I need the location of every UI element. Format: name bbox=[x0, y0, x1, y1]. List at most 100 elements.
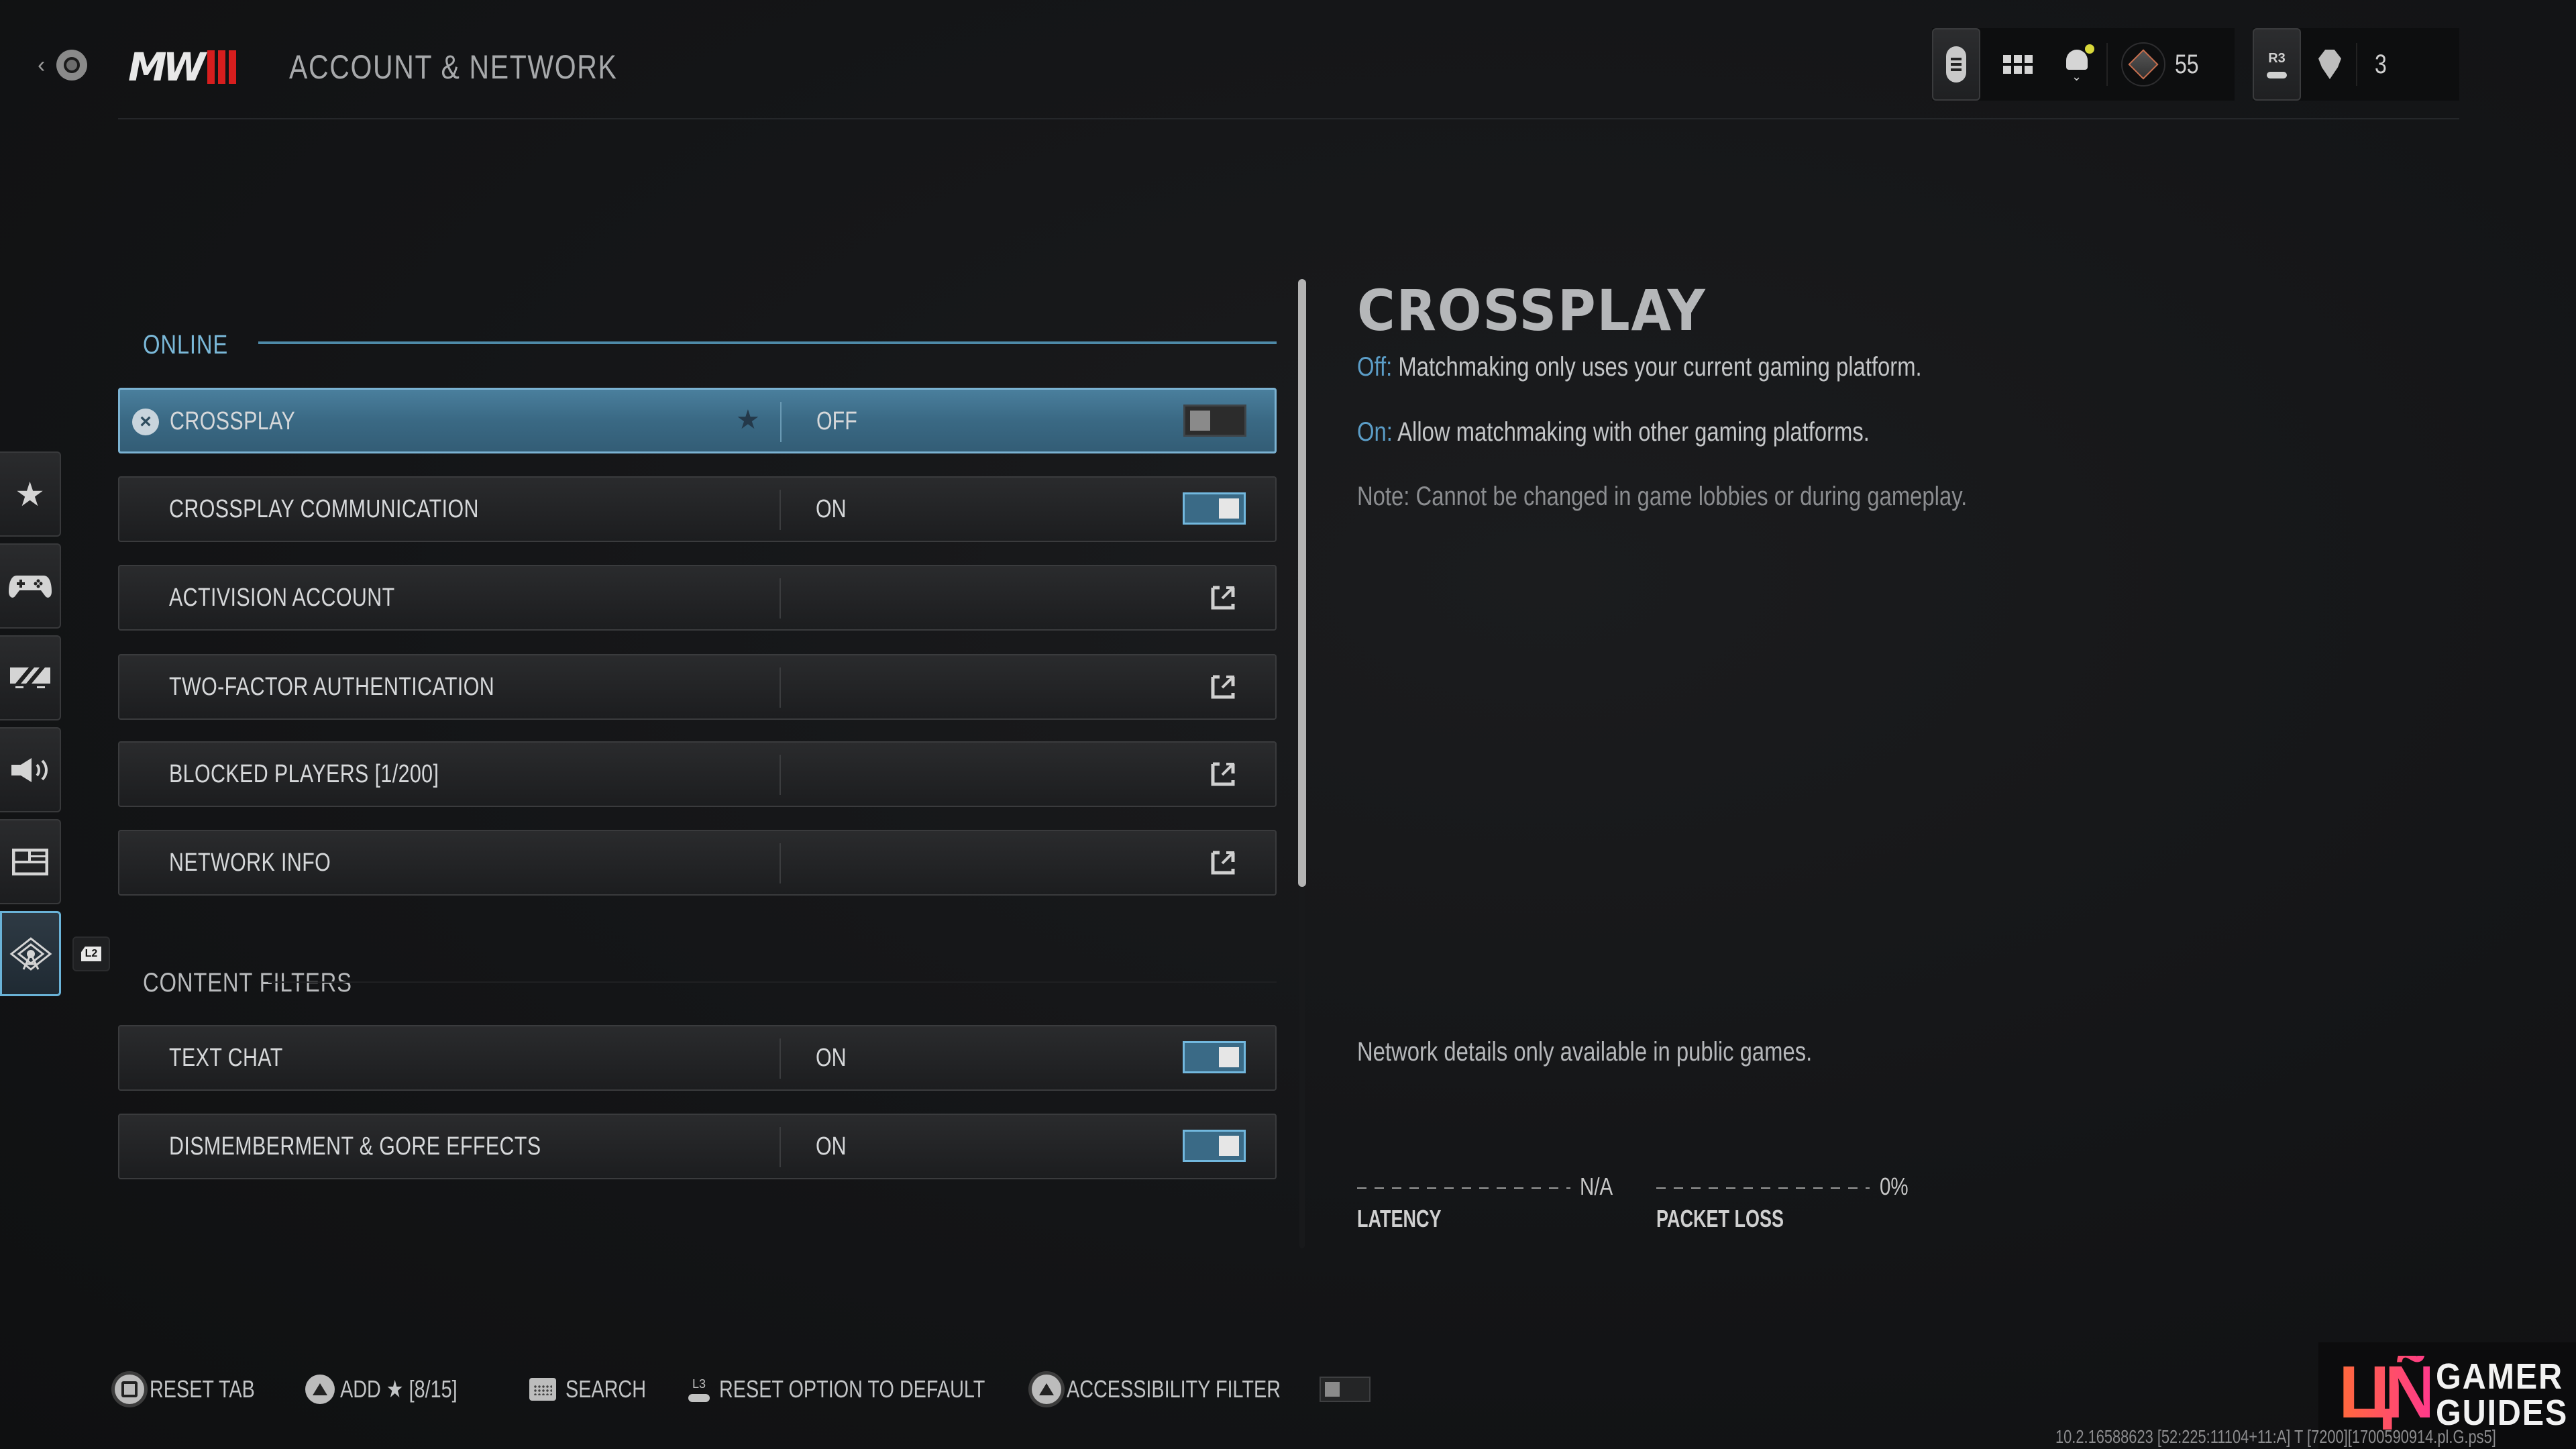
setting-row-network-info[interactable]: NETWORK INFO bbox=[118, 830, 1277, 896]
chevron-left-icon: ‹ bbox=[38, 52, 46, 78]
packet-loss-value: 0% bbox=[1880, 1173, 1909, 1200]
setting-label: NETWORK INFO bbox=[169, 848, 331, 877]
sidebar-item-interface[interactable] bbox=[0, 819, 61, 904]
latency-value: N/A bbox=[1580, 1173, 1613, 1200]
accessibility-filter-toggle[interactable] bbox=[1320, 1377, 1371, 1402]
l3-stick-icon: L3 bbox=[688, 1377, 710, 1402]
r3-label: R3 bbox=[2268, 50, 2286, 66]
graphics-icon bbox=[9, 667, 50, 688]
row-divider bbox=[780, 1038, 781, 1079]
row-divider bbox=[780, 402, 782, 442]
setting-row-activision-account[interactable]: ACTIVISION ACCOUNT bbox=[118, 565, 1277, 631]
sidebar-item-graphics[interactable] bbox=[0, 635, 61, 720]
separator bbox=[2356, 43, 2357, 86]
l2-label: L2 bbox=[80, 947, 102, 961]
description-note: Note: Cannot be changed in game lobbies … bbox=[1357, 482, 1968, 511]
reset-tab-label: RESET TAB bbox=[150, 1375, 255, 1403]
crossplay-toggle[interactable] bbox=[1183, 405, 1246, 437]
row-divider bbox=[780, 667, 781, 708]
packet-loss-dashes bbox=[1656, 1187, 1870, 1189]
cross-button-icon: × bbox=[132, 409, 159, 435]
controller-icon bbox=[8, 575, 52, 598]
external-link-icon bbox=[1211, 851, 1235, 875]
game-logo: MW bbox=[128, 44, 236, 90]
rank-level: 55 bbox=[2175, 49, 2199, 79]
r3-button[interactable]: R3 bbox=[2253, 28, 2301, 101]
row-divider bbox=[780, 755, 781, 795]
logo-mw: MW bbox=[128, 44, 206, 90]
dismemberment-gore-toggle[interactable] bbox=[1183, 1130, 1246, 1162]
build-info: 10.2.16588623 [52:225:11104+11:A] T [720… bbox=[2055, 1426, 2496, 1447]
accessibility-filter-button[interactable]: ACCESSIBILITY FILTER bbox=[1032, 1373, 1334, 1406]
header-divider bbox=[118, 118, 2459, 119]
favorite-star-icon[interactable]: ★ bbox=[736, 405, 760, 435]
star-icon: ★ bbox=[15, 475, 45, 513]
reset-tab-button[interactable]: RESET TAB bbox=[115, 1373, 281, 1406]
reset-option-label: RESET OPTION TO DEFAULT bbox=[719, 1375, 985, 1403]
setting-label: ACTIVISION ACCOUNT bbox=[169, 583, 395, 612]
on-key: On: bbox=[1357, 417, 1393, 447]
keyboard-icon bbox=[529, 1378, 556, 1401]
page-title: ACCOUNT & NETWORK bbox=[289, 48, 618, 86]
on-text: Allow matchmaking with other gaming plat… bbox=[1392, 417, 1870, 447]
section-divider bbox=[268, 981, 1277, 983]
notifications-button[interactable]: ⌄ bbox=[2062, 44, 2094, 85]
setting-row-crossplay[interactable]: × CROSSPLAY ★ OFF bbox=[118, 388, 1277, 453]
scrollbar-thumb[interactable] bbox=[1298, 279, 1306, 887]
sidebar-item-audio[interactable] bbox=[0, 727, 61, 812]
section-label-content-filters: CONTENT FILTERS bbox=[143, 968, 352, 998]
top-bar-menu-group: ⌄ 55 bbox=[1932, 28, 2235, 101]
setting-label: CROSSPLAY bbox=[170, 407, 296, 435]
notification-dot bbox=[2085, 44, 2094, 54]
apps-grid-icon[interactable] bbox=[2003, 55, 2033, 74]
text-chat-toggle[interactable] bbox=[1183, 1041, 1246, 1073]
search-button[interactable]: SEARCH bbox=[529, 1373, 666, 1406]
crossplay-communication-toggle[interactable] bbox=[1183, 492, 1246, 525]
audio-icon bbox=[11, 757, 48, 782]
off-key: Off: bbox=[1357, 352, 1393, 382]
search-label: SEARCH bbox=[566, 1375, 647, 1403]
network-icon bbox=[9, 936, 52, 971]
watermark-text: GAMER GUIDES bbox=[2436, 1356, 2569, 1433]
square-button-icon bbox=[115, 1375, 144, 1404]
setting-row-two-factor-authentication[interactable]: TWO-FACTOR AUTHENTICATION bbox=[118, 654, 1277, 720]
off-text: Matchmaking only uses your current gamin… bbox=[1392, 352, 1922, 382]
external-link-icon bbox=[1211, 586, 1235, 610]
setting-row-crossplay-communication[interactable]: CROSSPLAY COMMUNICATION ON bbox=[118, 476, 1277, 542]
options-button[interactable] bbox=[1932, 28, 1980, 101]
chevron-down-icon: ⌄ bbox=[2072, 70, 2082, 83]
external-link-icon bbox=[1211, 675, 1235, 699]
description-title: CROSSPLAY bbox=[1357, 278, 1707, 343]
party-count: 3 bbox=[2375, 49, 2387, 79]
reset-option-default-button[interactable]: L3 RESET OPTION TO DEFAULT bbox=[688, 1373, 1051, 1406]
setting-value: ON bbox=[816, 1043, 847, 1072]
row-divider bbox=[780, 1127, 781, 1167]
setting-label: CROSSPLAY COMMUNICATION bbox=[169, 494, 479, 523]
add-favorite-button[interactable]: ADD ★ [8/15] bbox=[305, 1373, 486, 1406]
rank-badge-icon bbox=[2121, 42, 2165, 87]
stick-icon bbox=[2267, 71, 2287, 78]
triangle-button-icon bbox=[305, 1375, 335, 1404]
touchpad-icon bbox=[1946, 46, 1966, 83]
sidebar-item-account-network[interactable] bbox=[0, 911, 61, 996]
latency-label: LATENCY bbox=[1357, 1205, 1442, 1232]
description-off: Off: Matchmaking only uses your current … bbox=[1357, 351, 1922, 383]
accessibility-filter-label: ACCESSIBILITY FILTER bbox=[1067, 1375, 1281, 1403]
setting-value: ON bbox=[816, 1132, 847, 1161]
bell-icon bbox=[2066, 50, 2088, 70]
setting-row-dismemberment-gore[interactable]: DISMEMBERMENT & GORE EFFECTS ON bbox=[118, 1114, 1277, 1179]
sidebar-item-favorites[interactable]: ★ bbox=[0, 451, 61, 537]
setting-label: TWO-FACTOR AUTHENTICATION bbox=[169, 672, 495, 701]
external-link-icon bbox=[1211, 762, 1235, 786]
setting-label: DISMEMBERMENT & GORE EFFECTS bbox=[169, 1132, 541, 1161]
sidebar-item-controller[interactable] bbox=[0, 543, 61, 629]
setting-row-text-chat[interactable]: TEXT CHAT ON bbox=[118, 1025, 1277, 1091]
setting-value: ON bbox=[816, 494, 847, 523]
separator bbox=[2106, 43, 2108, 86]
back-button[interactable]: ‹ bbox=[38, 48, 91, 83]
row-divider bbox=[780, 843, 781, 883]
operator-icon bbox=[2318, 50, 2341, 79]
setting-row-blocked-players[interactable]: BLOCKED PLAYERS [1/200] bbox=[118, 741, 1277, 807]
setting-value: OFF bbox=[816, 407, 857, 435]
l2-tab-hint: L2 bbox=[72, 936, 110, 971]
